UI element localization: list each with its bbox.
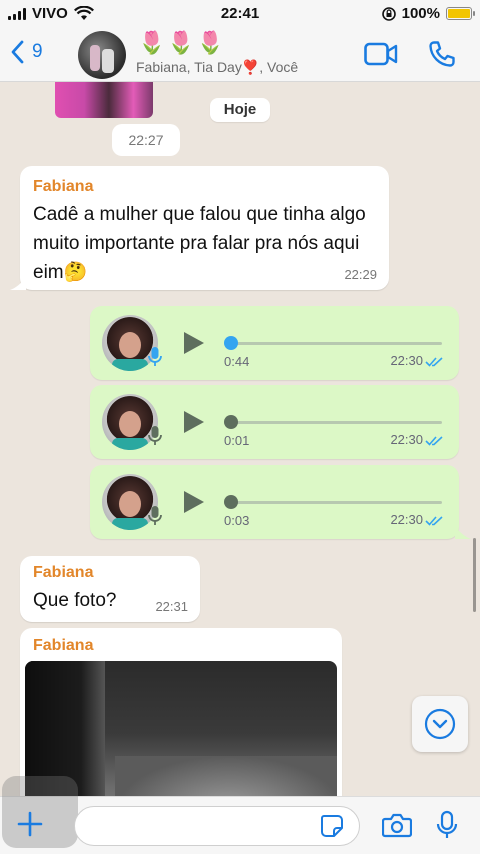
- sender-name: Fabiana: [33, 178, 94, 195]
- sender-name: Fabiana: [33, 564, 94, 581]
- date-separator: Hoje: [210, 98, 270, 122]
- play-button[interactable]: [184, 332, 204, 354]
- bubble-tail: [10, 278, 26, 290]
- voice-duration: 0:03: [224, 513, 250, 528]
- message-text: Que foto?: [33, 590, 117, 611]
- back-button[interactable]: 9: [10, 40, 43, 64]
- voice-duration: 0:01: [224, 433, 250, 448]
- incoming-message[interactable]: Fabiana Cadê a mulher que falou que tinh…: [20, 166, 389, 290]
- mic-icon: [148, 347, 162, 366]
- audio-progress-track[interactable]: [230, 421, 442, 424]
- voice-message[interactable]: 0:03 22:30: [90, 465, 459, 539]
- previous-image-message[interactable]: [55, 82, 153, 118]
- sticker-icon[interactable]: [320, 814, 344, 838]
- chat-area[interactable]: Hoje 22:27 Fabiana Cadê a mulher que fal…: [0, 82, 480, 796]
- audio-progress-track[interactable]: [230, 501, 442, 504]
- orientation-lock-icon: [381, 6, 396, 21]
- sender-name: Fabiana: [33, 637, 94, 654]
- chevron-down-circle-icon: [424, 708, 456, 740]
- bubble-tail: [455, 527, 471, 539]
- read-ticks-icon: [425, 516, 443, 526]
- voice-duration: 0:44: [224, 354, 250, 369]
- status-right: 100%: [381, 5, 475, 22]
- group-avatar[interactable]: [78, 31, 126, 79]
- video-icon[interactable]: [364, 42, 398, 66]
- audio-progress-knob[interactable]: [224, 495, 238, 509]
- mic-icon: [148, 426, 162, 445]
- play-button[interactable]: [184, 491, 204, 513]
- battery-percent: 100%: [401, 5, 440, 22]
- audio-progress-knob[interactable]: [224, 336, 238, 350]
- message-time: 22:29: [344, 267, 377, 282]
- message-time: 22:30: [390, 432, 423, 447]
- message-time: 22:30: [390, 353, 423, 368]
- audio-progress-knob[interactable]: [224, 415, 238, 429]
- voice-message[interactable]: 0:44 22:30: [90, 306, 459, 380]
- group-participants[interactable]: Fabiana, Tia Day❣️, Você: [136, 59, 298, 76]
- mic-icon: [148, 506, 162, 525]
- audio-progress-track[interactable]: [230, 342, 442, 345]
- previous-message-time: 22:27: [112, 124, 180, 156]
- mic-icon[interactable]: [436, 810, 458, 840]
- scrollbar[interactable]: [473, 538, 476, 612]
- plus-icon[interactable]: [16, 810, 44, 838]
- read-ticks-icon: [425, 436, 443, 446]
- camera-icon[interactable]: [382, 812, 412, 838]
- group-name[interactable]: 🌷🌷🌷: [138, 30, 226, 56]
- battery-icon: [446, 7, 475, 20]
- chevron-left-icon: [11, 40, 24, 64]
- phone-icon[interactable]: [428, 40, 456, 68]
- play-button[interactable]: [184, 411, 204, 433]
- incoming-message[interactable]: Fabiana Que foto? 22:31: [20, 556, 200, 622]
- status-bar: VIVO 22:41 100%: [0, 0, 480, 28]
- photo-thumbnail[interactable]: [25, 661, 337, 796]
- message-text: Cadê a mulher que falou que tinha algo m…: [33, 204, 366, 283]
- unread-count: 9: [32, 41, 43, 62]
- incoming-photo-message[interactable]: Fabiana: [20, 628, 342, 796]
- message-time: 22:30: [390, 512, 423, 527]
- message-input[interactable]: [74, 806, 360, 846]
- voice-message[interactable]: 0:01 22:30: [90, 385, 459, 459]
- read-ticks-icon: [425, 357, 443, 367]
- chat-header: 9 🌷🌷🌷 Fabiana, Tia Day❣️, Você: [0, 28, 480, 82]
- scroll-to-bottom-button[interactable]: [412, 696, 468, 752]
- message-time: 22:31: [155, 599, 188, 614]
